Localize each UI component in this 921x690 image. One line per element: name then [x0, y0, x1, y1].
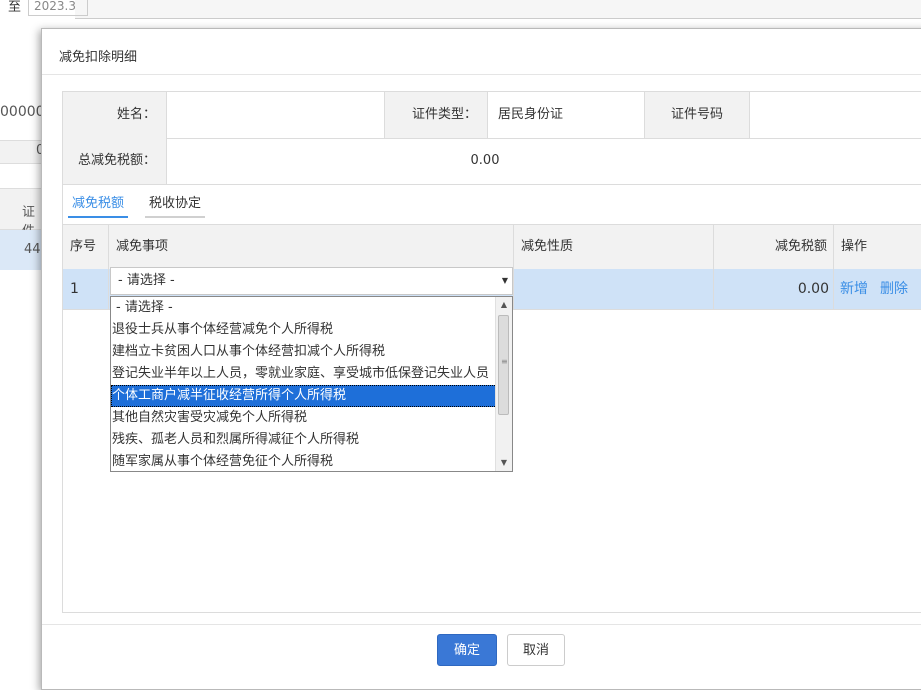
info-row-identity: 姓名： 证件类型： 居民身份证 证件号码 [63, 92, 921, 139]
confirm-button[interactable]: 确定 [437, 634, 497, 666]
cancel-button[interactable]: 取消 [507, 634, 565, 666]
deduction-detail-dialog: 减免扣除明细 姓名： 证件类型： 居民身份证 证件号码 总减免税额： 0.00 … [41, 28, 921, 690]
tab-tax-treaty[interactable]: 税收协定 [145, 192, 206, 218]
date-range-to-label: 至 [8, 0, 22, 15]
dropdown-option[interactable]: 残疾、孤老人员和烈属所得减征个人所得税 [111, 429, 497, 451]
dropdown-option[interactable]: 随军家属从事个体经营免征个人所得税 [111, 451, 497, 471]
delete-row-link[interactable]: 删除 [880, 281, 908, 297]
title-divider [42, 74, 921, 75]
row-index: 1 [63, 269, 109, 309]
dropdown-option[interactable]: 其他自然灾害受灾减免个人所得税 [111, 407, 497, 429]
dialog-title: 减免扣除明细 [59, 50, 138, 65]
dropdown-option[interactable]: 退役士兵从事个体经营减免个人所得税 [111, 319, 497, 341]
id-type-value: 居民身份证 [488, 92, 645, 138]
col-exemption-nature: 减免性质 [514, 225, 714, 269]
add-row-link[interactable]: 新增 [840, 281, 868, 297]
tab-exemption-amount[interactable]: 减免税额 [68, 192, 129, 218]
id-type-label: 证件类型： [385, 92, 488, 138]
table-header: 序号 减免事项 减免性质 减免税额 操作 [63, 225, 921, 270]
col-exemption-amount: 减免税额 [714, 225, 834, 269]
total-exemption-value: 0.00 [470, 153, 500, 168]
scrollbar-thumb[interactable]: ≡ [498, 315, 509, 415]
detail-tabs: 减免税额 税收协定 [63, 184, 921, 225]
select-current-value: - 请选择 - [118, 273, 175, 288]
row-nature [514, 269, 714, 309]
row-amount: 0.00 [714, 269, 834, 309]
footer-divider [42, 624, 921, 625]
exemption-item-dropdown[interactable]: - 请选择 - 退役士兵从事个体经营减免个人所得税 建档立卡贫困人口从事个体经营… [110, 296, 513, 472]
name-value [167, 92, 385, 138]
scroll-down-icon[interactable]: ▼ [496, 455, 512, 471]
dropdown-option[interactable]: 登记失业半年以上人员，零就业家庭、享受城市低保登记失业人员 [111, 363, 497, 385]
scroll-up-icon[interactable]: ▲ [496, 297, 512, 313]
col-index: 序号 [63, 225, 109, 269]
total-exemption-label: 总减免税额： [63, 138, 167, 184]
row-actions: 新增 删除 [834, 269, 921, 309]
col-actions: 操作 [841, 239, 868, 254]
dropdown-option[interactable]: 建档立卡贫困人口从事个体经营扣减个人所得税 [111, 341, 497, 363]
name-label: 姓名： [63, 92, 167, 138]
dropdown-option-highlighted[interactable]: 个体工商户减半征收经营所得个人所得税 [111, 385, 497, 407]
dropdown-scrollbar[interactable]: ▲ ≡ ▼ [495, 297, 512, 471]
col-exemption-item: 减免事项 [109, 225, 514, 269]
background-summary-row: 0 [0, 140, 44, 164]
background-toolbar [75, 0, 921, 19]
background-partial-number: 00000 [0, 104, 45, 120]
background-table-header: 证件 [0, 188, 42, 239]
background-table-row[interactable]: 44 [0, 230, 42, 270]
exemption-item-select[interactable]: - 请选择 - ▼ [110, 267, 513, 295]
caret-down-icon[interactable]: ▼ [502, 268, 508, 294]
id-number-value [750, 92, 921, 138]
id-number-label: 证件号码 [645, 92, 750, 138]
date-end-input[interactable]: 2023.3 [28, 0, 88, 16]
info-row-total: 总减免税额： 0.00 [63, 138, 921, 185]
dropdown-option[interactable]: - 请选择 - [111, 297, 497, 319]
